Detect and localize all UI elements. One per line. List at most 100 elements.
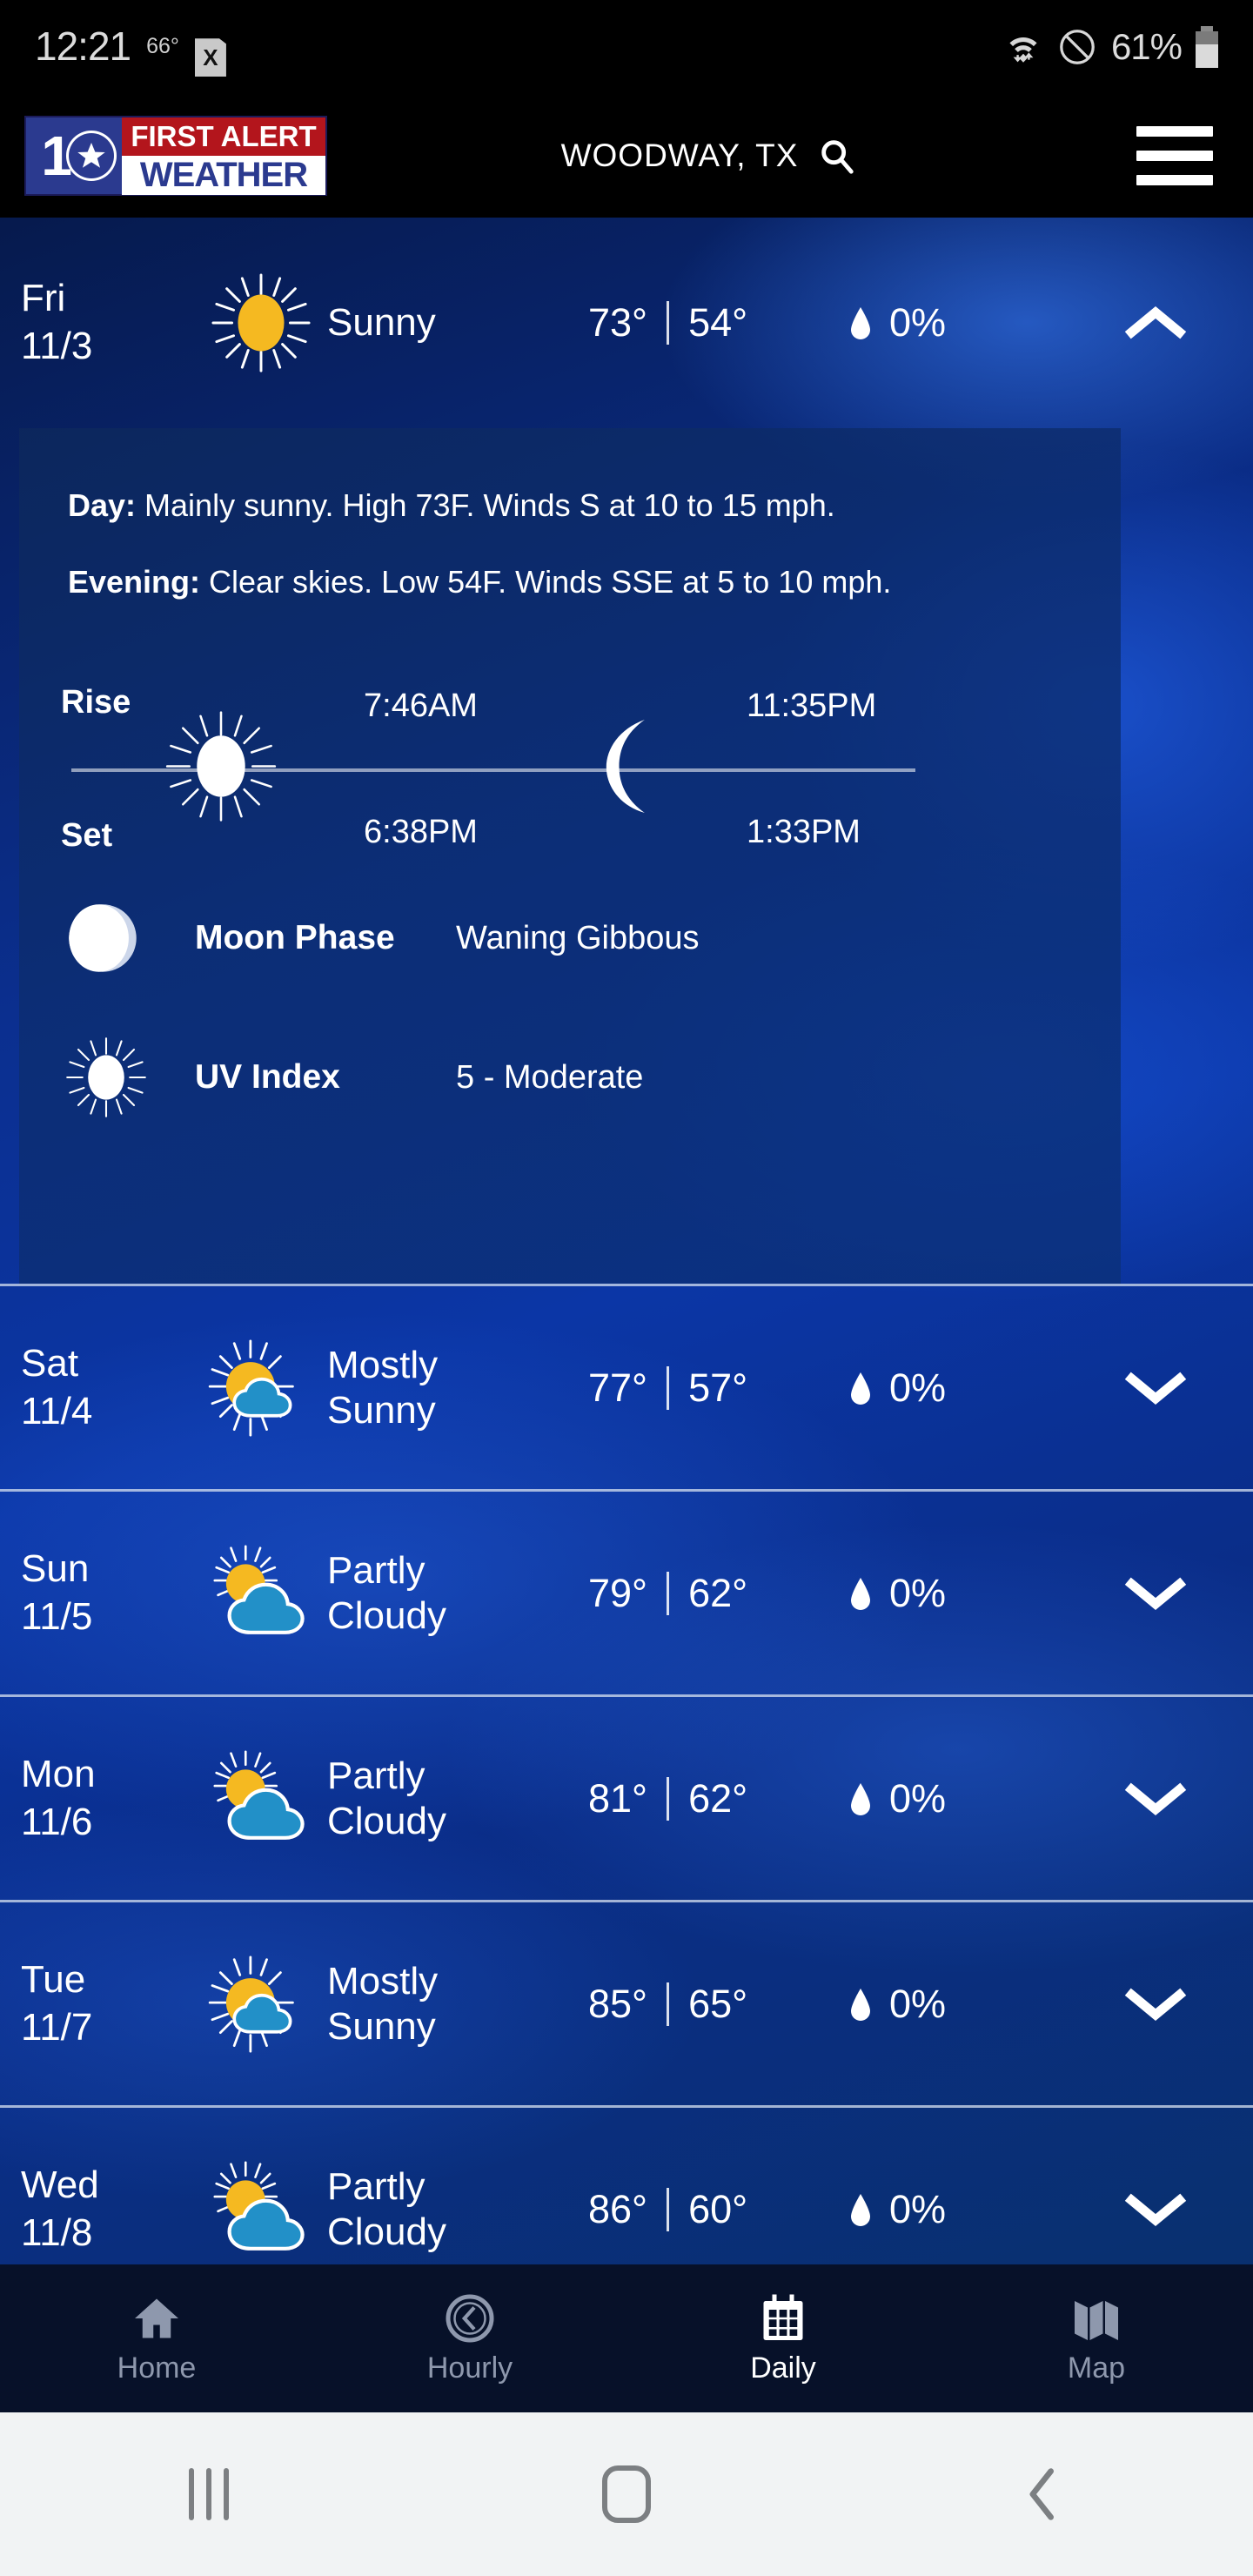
hamburger-menu-icon[interactable] <box>1136 126 1213 185</box>
moon-phase-label: Moon Phase <box>195 919 395 956</box>
do-not-disturb-icon <box>1057 27 1097 67</box>
logo-weather: WEATHER <box>122 156 325 195</box>
temp-divider <box>667 1776 670 1821</box>
forecast-rows: Sat 11/4 Mostly Sunny 77° 57° 0% Sun 11/… <box>0 1284 1253 2264</box>
forecast-day-name: Tue <box>21 1957 86 2001</box>
forecast-temps: 79° 62° <box>588 1571 849 1616</box>
status-bar-right: 61% <box>1003 26 1218 68</box>
tab-hourly[interactable]: Hourly <box>313 2264 626 2412</box>
home-square-icon[interactable] <box>418 2465 835 2523</box>
forecast-day-name: Sat <box>21 1341 79 1385</box>
chevron-down-icon[interactable] <box>1058 1778 1253 1820</box>
forecast-row[interactable]: Wed 11/8 Partly Cloudy 86° 60° 0% <box>0 2105 1253 2264</box>
forecast-day-date: Mon 11/6 <box>21 1751 195 1846</box>
forecast-row[interactable]: Sun 11/5 Partly Cloudy 79° 62° 0% <box>0 1489 1253 1694</box>
day-detail-panel: Day: Mainly sunny. High 73F. Winds S at … <box>19 428 1121 1284</box>
forecast-precip-value: 0% <box>889 2186 947 2231</box>
sunrise-time: 7:46AM <box>364 688 478 724</box>
temp-divider <box>667 1365 670 1410</box>
evening-description: Evening: Clear skies. Low 54F. Winds SSE… <box>19 524 1121 600</box>
tab-daily[interactable]: Daily <box>626 2264 940 2412</box>
logo-channel-block: 10 <box>26 117 122 194</box>
water-drop-icon <box>849 1576 872 1611</box>
forecast-low: 60° <box>688 2186 748 2231</box>
tab-hourly-label: Hourly <box>426 2351 513 2385</box>
status-bar-left: 12:21 66° X <box>35 23 226 77</box>
forecast-condition-line2: Sunny <box>327 2004 436 2048</box>
tab-map[interactable]: Map <box>940 2264 1253 2412</box>
status-temperature: 66° <box>146 33 179 58</box>
selected-day-high: 73° <box>588 300 648 345</box>
forecast-condition: Partly Cloudy <box>327 2164 588 2255</box>
forecast-row[interactable]: Sat 11/4 Mostly Sunny 77° 57° 0% <box>0 1284 1253 1489</box>
search-icon[interactable] <box>817 136 857 176</box>
forecast-high: 77° <box>588 1365 648 1410</box>
forecast-day-number: 11/6 <box>21 1800 93 1843</box>
selected-day-number: 11/3 <box>21 325 93 367</box>
chevron-down-icon[interactable] <box>1058 2189 1253 2231</box>
forecast-day-number: 11/7 <box>21 2005 93 2049</box>
forecast-low: 62° <box>688 1775 748 1821</box>
day-description: Day: Mainly sunny. High 73F. Winds S at … <box>19 463 1121 524</box>
sunny-icon <box>195 272 327 374</box>
back-chevron-icon[interactable] <box>835 2465 1253 2523</box>
station-logo: 10 FIRST ALERT WEATHER <box>24 116 327 196</box>
forecast-high: 85° <box>588 1981 648 2026</box>
forecast-precip-value: 0% <box>889 1365 947 1410</box>
partly-cloudy-icon <box>195 1750 327 1848</box>
water-drop-icon <box>849 305 872 340</box>
logo-first-alert: FIRST ALERT <box>122 117 325 156</box>
selected-day-condition: Sunny <box>327 301 436 345</box>
tab-daily-label: Daily <box>750 2351 816 2385</box>
evening-description-text: Clear skies. Low 54F. Winds SSE at 5 to … <box>209 564 892 600</box>
uv-index-label: UV Index <box>195 1058 340 1096</box>
uv-index-icon <box>64 1036 195 1119</box>
moon-phase-icon <box>64 900 195 976</box>
home-icon <box>135 2298 178 2338</box>
forecast-low: 57° <box>688 1365 748 1410</box>
forecast-low: 62° <box>688 1570 748 1615</box>
partly-cloudy-icon <box>195 1545 327 1642</box>
app-header: 10 FIRST ALERT WEATHER WOODWAY, TX <box>0 94 1253 218</box>
x-badge-icon: X <box>194 38 226 77</box>
forecast-condition-line1: Mostly <box>327 1959 439 2002</box>
location-search[interactable]: WOODWAY, TX <box>305 136 1114 176</box>
forecast-condition-line1: Partly <box>327 1548 425 1592</box>
uv-index-value: 5 - Moderate <box>456 1058 644 1096</box>
recents-icon[interactable] <box>0 2468 418 2520</box>
forecast-day-date: Wed 11/8 <box>21 2162 195 2257</box>
forecast-day-name: Mon <box>21 1752 96 1795</box>
forecast-precip: 0% <box>849 2187 1058 2232</box>
forecast-temps: 77° 57° <box>588 1365 849 1411</box>
daily-forecast-list: Fri 11/3 Sunny 73° 54° 0% Day: Mainly su… <box>0 218 1253 2264</box>
logo-star-icon <box>66 131 117 181</box>
forecast-high: 81° <box>588 1775 648 1821</box>
forecast-condition: Mostly Sunny <box>327 1959 588 2049</box>
selected-day-precip-value: 0% <box>889 300 947 345</box>
tab-home-label: Home <box>117 2351 197 2385</box>
app-root: 12:21 66° X 61% FIRST ALERT WEATHER WOOD… <box>0 0 1253 2576</box>
temp-divider <box>667 1982 670 2026</box>
forecast-precip: 0% <box>849 1571 1058 1616</box>
forecast-day-date: Sat 11/4 <box>21 1340 195 1435</box>
calendar-icon <box>763 2294 803 2340</box>
chevron-down-icon[interactable] <box>1058 1367 1253 1409</box>
forecast-row-selected[interactable]: Fri 11/3 Sunny 73° 54° 0% <box>0 218 1253 428</box>
day-description-label: Day: <box>68 487 137 523</box>
temp-divider <box>667 301 670 345</box>
chevron-up-icon[interactable] <box>1058 302 1253 344</box>
wifi-icon <box>1003 28 1043 66</box>
forecast-day-name: Sun <box>21 1546 90 1590</box>
forecast-row[interactable]: Tue 11/7 Mostly Sunny 85° 65° 0% <box>0 1900 1253 2105</box>
forecast-low: 65° <box>688 1981 748 2026</box>
forecast-temps: 81° 62° <box>588 1776 849 1821</box>
water-drop-icon <box>849 1987 872 2022</box>
moonrise-time: 11:35PM <box>747 688 877 724</box>
forecast-day-number: 11/4 <box>21 1389 93 1432</box>
water-drop-icon <box>849 1371 872 1405</box>
chevron-down-icon[interactable] <box>1058 1573 1253 1614</box>
tab-home[interactable]: Home <box>0 2264 313 2412</box>
forecast-precip: 0% <box>849 1982 1058 2027</box>
forecast-row[interactable]: Mon 11/6 Partly Cloudy 81° 62° 0% <box>0 1694 1253 1900</box>
chevron-down-icon[interactable] <box>1058 1983 1253 2025</box>
